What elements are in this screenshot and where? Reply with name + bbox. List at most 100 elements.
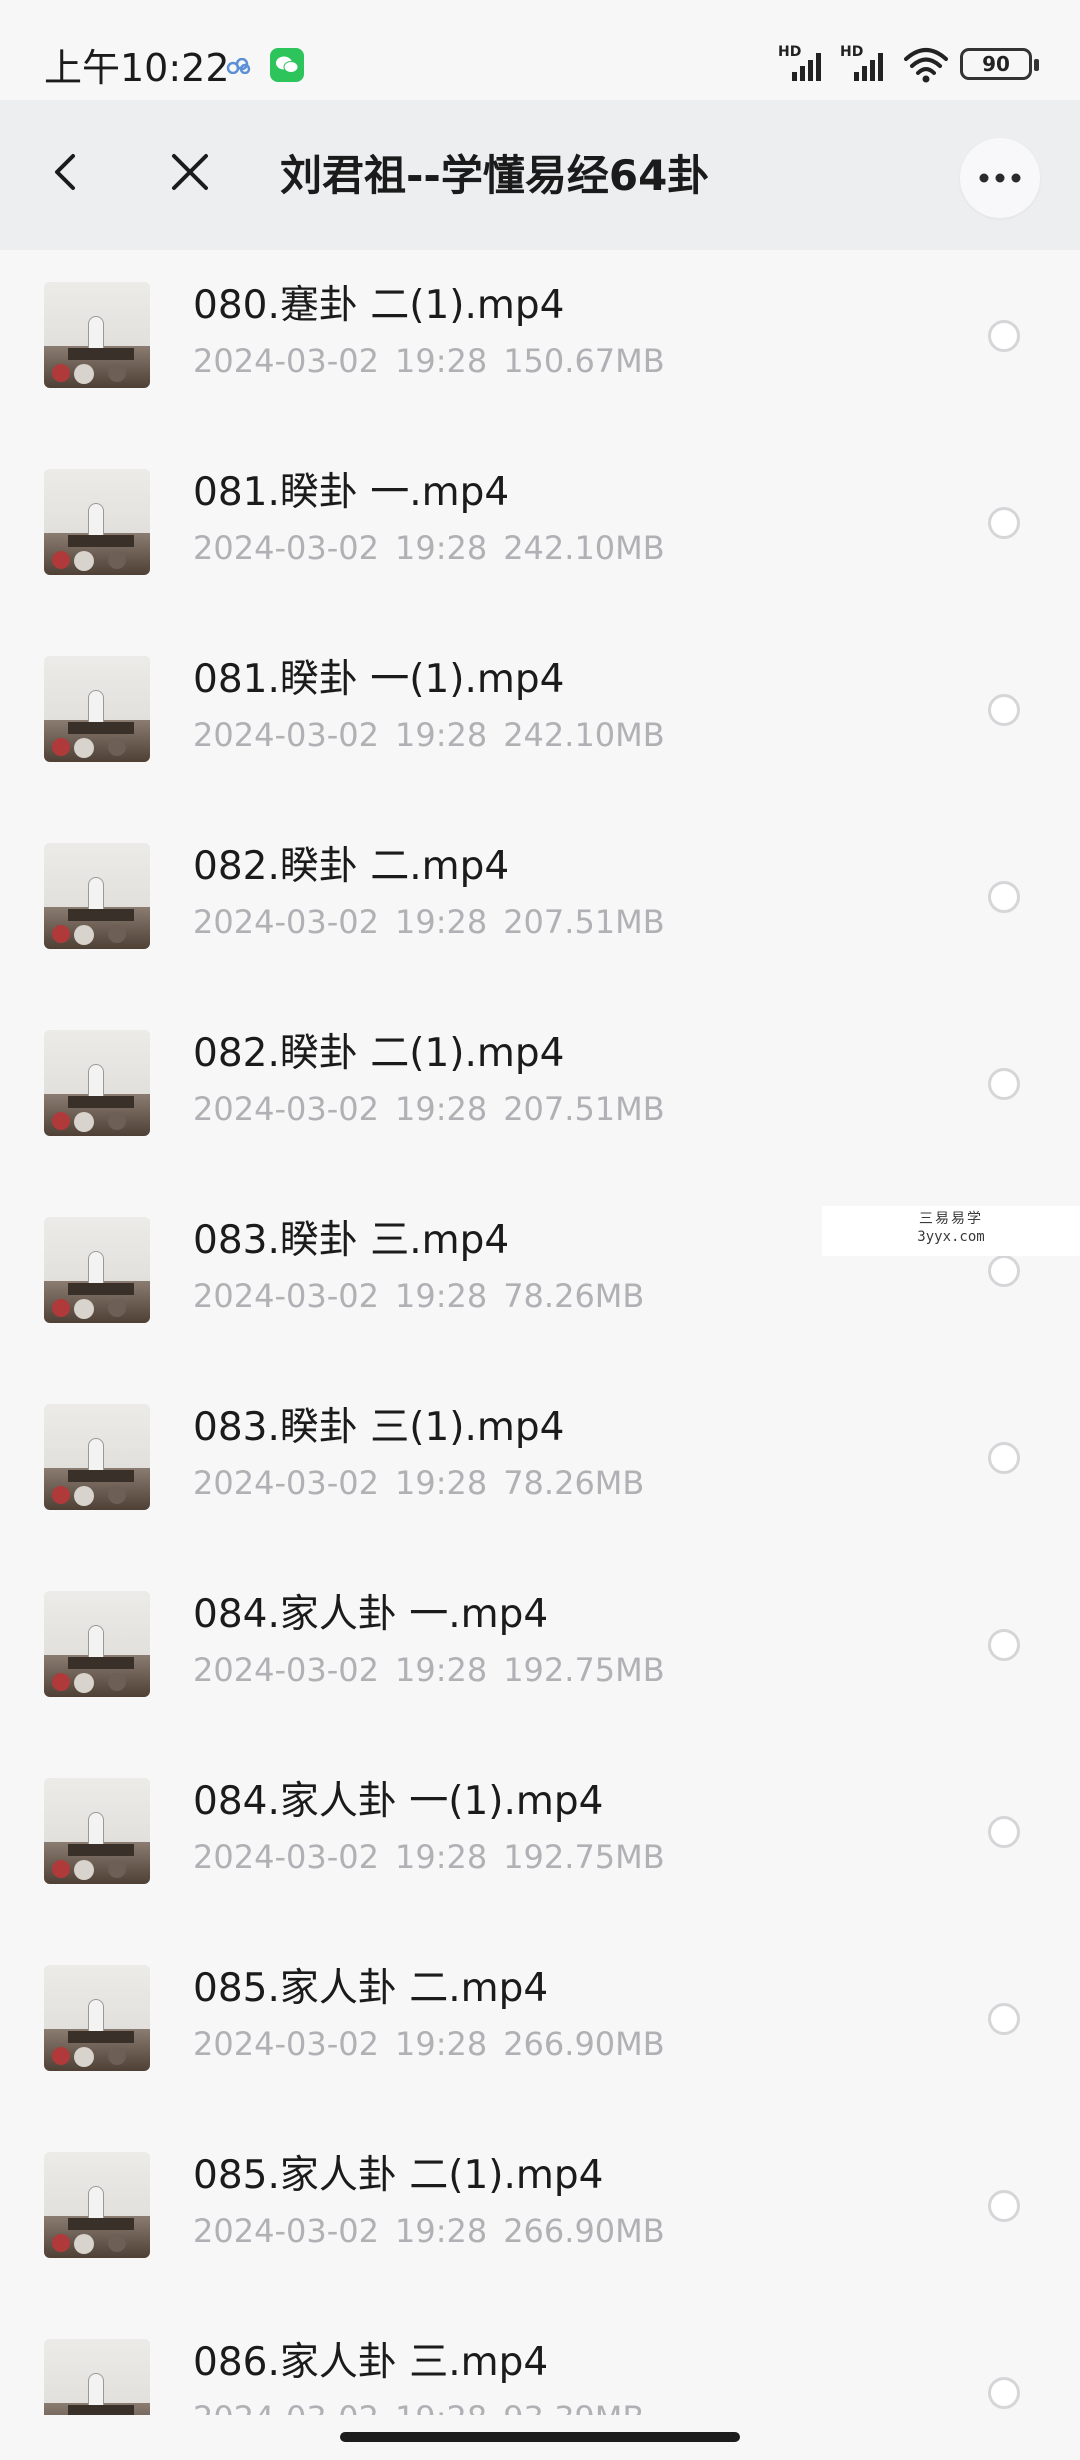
video-thumbnail [44,282,150,388]
file-time: 19:28 [394,1651,488,1689]
status-icons: HD HD 90 [778,44,1039,84]
file-meta: 2024-03-02 19:28 266.90MB [193,2021,681,2067]
video-thumbnail [44,1404,150,1510]
file-time: 19:28 [394,529,488,567]
file-row[interactable]: 085.家人卦 二(1).mp4 2024-03-02 19:28 266.90MB [0,2120,1080,2307]
file-meta: 2024-03-02 19:28 242.10MB [193,712,681,758]
select-radio[interactable] [988,1068,1020,1100]
select-radio[interactable] [988,507,1020,539]
file-time: 19:28 [394,342,488,380]
file-name: 080.蹇卦 二(1).mp4 [193,283,565,328]
video-thumbnail [44,1217,150,1323]
file-date: 2024-03-02 [193,1464,379,1502]
file-name: 083.睽卦 三(1).mp4 [193,1405,565,1450]
wechat-icon [270,48,304,82]
file-date: 2024-03-02 [193,1277,379,1315]
file-name: 084.家人卦 一.mp4 [193,1592,549,1637]
select-radio[interactable] [988,2190,1020,2222]
file-name: 084.家人卦 一(1).mp4 [193,1779,604,1824]
battery-icon: 90 [960,48,1039,80]
file-size: 242.10MB [503,529,665,567]
file-name: 086.家人卦 三.mp4 [193,2340,549,2385]
close-button[interactable] [160,142,220,202]
watermark-line1: 三易易学 [919,1211,983,1227]
file-name: 081.睽卦 一(1).mp4 [193,657,565,702]
select-radio[interactable] [988,881,1020,913]
video-thumbnail [44,469,150,575]
file-date: 2024-03-02 [193,2212,379,2250]
select-radio[interactable] [988,2003,1020,2035]
title-bar: 刘君祖--学懂易经64卦 [0,100,1080,250]
back-arrow-icon [55,154,75,190]
more-icon [979,173,1021,183]
file-size: 78.26MB [503,1277,645,1315]
file-meta: 2024-03-02 19:28 266.90MB [193,2208,681,2254]
wifi-icon [904,48,948,83]
select-radio[interactable] [988,1816,1020,1848]
file-size: 266.90MB [503,2025,665,2063]
status-bar: 上午10:22 HD HD 90 [0,0,1080,100]
video-thumbnail [44,1778,150,1884]
file-name: 081.睽卦 一.mp4 [193,470,510,515]
file-row[interactable]: 084.家人卦 一.mp4 2024-03-02 19:28 192.75MB [0,1559,1080,1746]
select-radio[interactable] [988,1442,1020,1474]
page-title: 刘君祖--学懂易经64卦 [280,151,710,200]
file-row[interactable]: 081.睽卦 一(1).mp4 2024-03-02 19:28 242.10MB [0,624,1080,811]
file-date: 2024-03-02 [193,529,379,567]
select-radio[interactable] [988,1255,1020,1287]
battery-level: 90 [982,52,1010,76]
watermark: 三易易学 3yyx.com [822,1206,1080,1256]
file-row[interactable]: 082.睽卦 二.mp4 2024-03-02 19:28 207.51MB [0,811,1080,998]
file-meta: 2024-03-02 19:28 150.67MB [193,338,681,384]
file-row[interactable]: 080.蹇卦 二(1).mp4 2024-03-02 19:28 150.67MB [0,250,1080,437]
file-size: 266.90MB [503,2212,665,2250]
file-row[interactable]: 081.睽卦 一.mp4 2024-03-02 19:28 242.10MB [0,437,1080,624]
video-thumbnail [44,2152,150,2258]
more-button[interactable] [960,138,1040,218]
home-indicator[interactable] [340,2432,740,2442]
cloud-icon [226,58,251,74]
file-meta: 2024-03-02 19:28 78.26MB [193,1273,660,1319]
file-meta: 2024-03-02 19:28 192.75MB [193,1647,681,1693]
file-size: 78.26MB [503,1464,645,1502]
file-size: 207.51MB [503,1090,665,1128]
video-thumbnail [44,1965,150,2071]
file-row[interactable]: 082.睽卦 二(1).mp4 2024-03-02 19:28 207.51MB [0,998,1080,1185]
select-radio[interactable] [988,694,1020,726]
file-date: 2024-03-02 [193,342,379,380]
file-time: 19:28 [394,1464,488,1502]
file-time: 19:28 [394,2025,488,2063]
file-time: 19:28 [394,1090,488,1128]
file-meta: 2024-03-02 19:28 207.51MB [193,1086,681,1132]
signal-icon: HD [840,44,892,84]
close-icon [172,154,208,190]
select-radio[interactable] [988,1629,1020,1661]
file-time: 19:28 [394,2212,488,2250]
file-list: 080.蹇卦 二(1).mp4 2024-03-02 19:28 150.67MB 08… [0,250,1080,2460]
status-time: 上午10:22 [44,46,230,90]
watermark-line2: 3yyx.com [917,1229,985,1245]
file-size: 150.67MB [503,342,665,380]
file-meta: 2024-03-02 19:28 192.75MB [193,1834,681,1880]
file-date: 2024-03-02 [193,1090,379,1128]
file-size: 207.51MB [503,903,665,941]
video-thumbnail [44,1591,150,1697]
select-radio[interactable] [988,2377,1020,2409]
file-row[interactable]: 083.睽卦 三(1).mp4 2024-03-02 19:28 78.26MB [0,1372,1080,1559]
file-row[interactable]: 085.家人卦 二.mp4 2024-03-02 19:28 266.90MB [0,1933,1080,2120]
select-radio[interactable] [988,320,1020,352]
file-time: 19:28 [394,716,488,754]
signal-icon: HD [778,44,830,84]
file-date: 2024-03-02 [193,903,379,941]
file-name: 083.睽卦 三.mp4 [193,1218,510,1263]
file-date: 2024-03-02 [193,2025,379,2063]
back-button[interactable] [40,142,90,202]
file-time: 19:28 [394,1838,488,1876]
video-thumbnail [44,1030,150,1136]
file-name: 085.家人卦 二.mp4 [193,1966,549,2011]
file-meta: 2024-03-02 19:28 207.51MB [193,899,681,945]
file-date: 2024-03-02 [193,716,379,754]
file-row[interactable]: 084.家人卦 一(1).mp4 2024-03-02 19:28 192.75MB [0,1746,1080,1933]
file-date: 2024-03-02 [193,1838,379,1876]
file-date: 2024-03-02 [193,1651,379,1689]
